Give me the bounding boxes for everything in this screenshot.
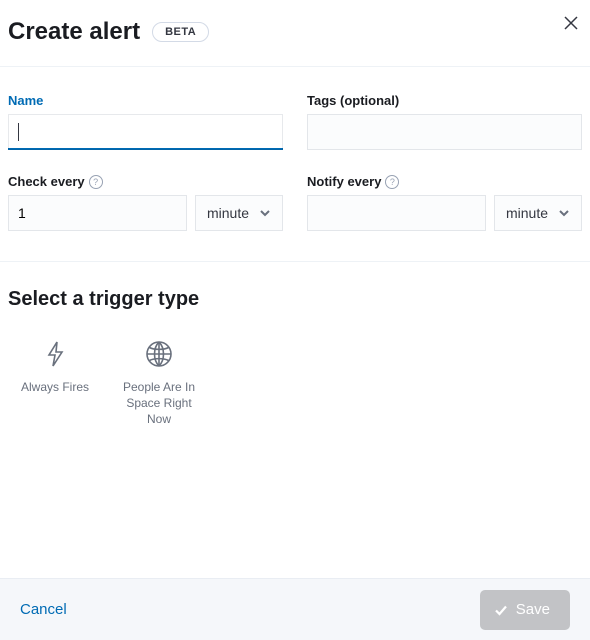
trigger-people-in-space[interactable]: People Are In Space Right Now: [112, 333, 206, 434]
trigger-label: People Are In Space Right Now: [114, 379, 204, 428]
help-icon[interactable]: ?: [89, 175, 103, 189]
check-every-label: Check every ?: [8, 174, 283, 189]
trigger-always-fires[interactable]: Always Fires: [8, 333, 102, 434]
footer: Cancel Save: [0, 578, 590, 640]
tags-input[interactable]: [307, 114, 582, 150]
help-icon[interactable]: ?: [385, 175, 399, 189]
globe-icon: [144, 339, 174, 369]
name-label: Name: [8, 93, 283, 108]
cancel-button[interactable]: Cancel: [20, 601, 67, 618]
close-icon: [564, 16, 578, 30]
chevron-down-icon: [259, 207, 271, 219]
save-button[interactable]: Save: [480, 590, 570, 630]
name-input[interactable]: [8, 114, 283, 150]
notify-every-input[interactable]: [307, 195, 486, 231]
trigger-section-title: Select a trigger type: [0, 262, 590, 323]
notify-every-unit-select[interactable]: minute: [494, 195, 582, 231]
check-every-input[interactable]: [8, 195, 187, 231]
check-icon: [494, 603, 508, 617]
bolt-icon: [44, 339, 66, 369]
close-button[interactable]: [564, 14, 578, 35]
check-every-unit-select[interactable]: minute: [195, 195, 283, 231]
notify-every-label: Notify every ?: [307, 174, 582, 189]
text-cursor: [18, 123, 19, 141]
page-title: Create alert: [8, 18, 140, 46]
trigger-label: Always Fires: [21, 379, 89, 395]
beta-badge: BETA: [152, 22, 209, 42]
tags-label: Tags (optional): [307, 93, 582, 108]
chevron-down-icon: [558, 207, 570, 219]
